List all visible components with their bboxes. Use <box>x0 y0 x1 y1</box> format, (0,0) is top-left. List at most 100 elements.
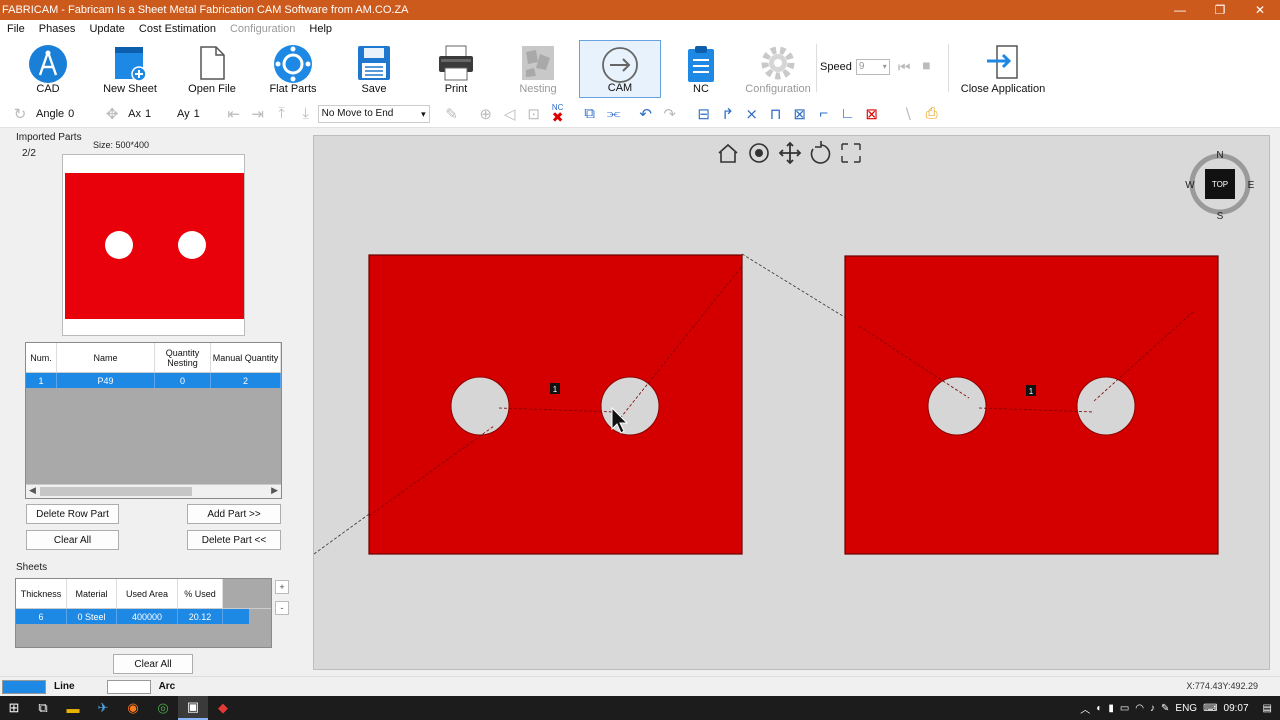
menu-phases[interactable]: Phases <box>32 23 83 35</box>
zoom-extents-icon[interactable] <box>841 143 861 163</box>
home-icon[interactable] <box>718 143 738 163</box>
stop-icon[interactable]: ⏹ <box>922 58 930 76</box>
new-sheet-button[interactable]: New Sheet <box>100 40 160 98</box>
scrollbar-thumb[interactable] <box>40 487 192 496</box>
angle-input[interactable]: 0 <box>68 108 88 120</box>
redo-icon[interactable]: ↷ <box>658 103 682 125</box>
firefox-icon[interactable]: ◉ <box>118 696 148 720</box>
configuration-button[interactable]: Configuration <box>742 40 814 98</box>
usb-icon[interactable]: ▮ <box>1108 703 1114 714</box>
nesting-button[interactable]: Nesting <box>512 40 564 98</box>
file-explorer-icon[interactable]: ▬ <box>58 696 88 720</box>
cam-canvas[interactable]: 1 1 TOP N S W E <box>313 135 1270 670</box>
delete-part-button[interactable]: Delete Part << <box>187 530 281 550</box>
export-icon[interactable]: ⎙ <box>920 103 944 125</box>
move-left-icon[interactable]: ⇤ <box>222 103 246 125</box>
menu-configuration[interactable]: Configuration <box>223 23 302 35</box>
reorder-icon[interactable]: ↱ <box>716 103 740 125</box>
flat-parts-button[interactable]: Flat Parts <box>264 40 322 98</box>
pan-icon[interactable] <box>778 141 802 165</box>
menu-update[interactable]: Update <box>82 23 131 35</box>
nc-delete-icon[interactable]: NC ✖ <box>546 103 570 125</box>
move-icon[interactable]: ✥ <box>100 103 124 125</box>
save-button[interactable]: Save <box>350 40 398 98</box>
print-button[interactable]: Print <box>432 40 480 98</box>
reset-rotation-icon[interactable] <box>810 141 831 164</box>
volume-icon[interactable]: ♪ <box>1150 703 1155 714</box>
network-icon[interactable]: ◐ <box>1096 703 1102 714</box>
add-part-button[interactable]: Add Part >> <box>187 504 281 524</box>
clear-all-parts-button[interactable]: Clear All <box>26 530 119 550</box>
scroll-right-icon[interactable]: ▶ <box>271 485 278 496</box>
orbit-icon[interactable] <box>749 143 769 163</box>
view-cube-top[interactable]: TOP <box>1212 180 1228 189</box>
lead-in-icon[interactable]: ◁ <box>498 103 522 125</box>
move-to-end-select[interactable]: No Move to End <box>317 104 430 123</box>
scroll-left-icon[interactable]: ◀ <box>29 485 36 496</box>
common-cut-icon[interactable]: ⊓ <box>764 103 788 125</box>
line-color-swatch[interactable] <box>2 679 46 694</box>
delete-all-icon[interactable]: ⊠ <box>860 103 884 125</box>
language-indicator[interactable]: ENG <box>1175 703 1197 714</box>
rotate-icon[interactable]: ↻ <box>8 103 32 125</box>
bridge-icon[interactable]: ⫘ <box>602 103 626 125</box>
recorder-icon[interactable]: ◆ <box>208 696 238 720</box>
clear-all-sheets-button[interactable]: Clear All <box>113 654 193 674</box>
view-cube-south[interactable]: S <box>1217 211 1224 222</box>
chevron-up-icon[interactable]: ︿ <box>1080 701 1090 716</box>
speed-select[interactable]: 9 <box>855 59 890 75</box>
app-icon[interactable]: ✈ <box>88 696 118 720</box>
undo-icon[interactable]: ↶ <box>634 103 658 125</box>
delete-row-part-button[interactable]: Delete Row Part <box>26 504 119 524</box>
minimize-button[interactable]: — <box>1160 0 1200 20</box>
battery-icon[interactable]: ▭ <box>1120 703 1129 714</box>
menu-help[interactable]: Help <box>302 23 339 35</box>
keyboard-icon[interactable]: ⌨ <box>1203 703 1217 714</box>
notifications-icon[interactable]: ▤ <box>1263 703 1272 714</box>
open-file-button[interactable]: Open File <box>182 40 242 98</box>
link-icon[interactable]: ⧉ <box>578 103 602 125</box>
add-circle-icon[interactable]: ⊕ <box>474 103 498 125</box>
cam-drawing[interactable]: 1 1 TOP N S W E <box>314 136 1271 671</box>
part-sheet-left[interactable]: 1 <box>368 254 743 555</box>
remove-path-icon[interactable]: ⨯ <box>740 103 764 125</box>
move-up-icon[interactable]: ⤒ <box>270 103 294 125</box>
slash-icon[interactable]: ∖ <box>896 103 920 125</box>
corner-icon[interactable]: ⌐ <box>812 103 836 125</box>
parts-table-scrollbar[interactable]: ◀ ▶ <box>26 484 281 498</box>
close-application-button[interactable]: Close Application <box>958 40 1048 98</box>
pencil-icon[interactable]: ✎ <box>440 103 464 125</box>
menu-file[interactable]: File <box>0 23 32 35</box>
nc-button[interactable]: NC <box>680 40 722 98</box>
cam-button[interactable]: CAM <box>579 40 661 98</box>
ay-input[interactable]: 1 <box>194 108 222 120</box>
view-cube-north[interactable]: N <box>1216 150 1223 161</box>
windows-start-icon[interactable]: ⊞ <box>0 696 28 720</box>
close-window-button[interactable]: ✕ <box>1240 0 1280 20</box>
ax-input[interactable]: 1 <box>145 108 173 120</box>
cell-manual-quantity[interactable]: 2 <box>211 373 281 388</box>
add-sheet-button[interactable]: + <box>275 580 289 594</box>
view-cube[interactable]: TOP N S W E <box>1185 150 1254 222</box>
table-row[interactable]: 6 0 Steel 400000 20.12 <box>16 609 249 624</box>
view-cube-west[interactable]: W <box>1185 180 1195 191</box>
view-cube-east[interactable]: E <box>1248 180 1255 191</box>
wifi-icon[interactable]: ◠ <box>1135 703 1144 714</box>
task-view-icon[interactable]: ⧉ <box>28 696 58 720</box>
part-sheet-right[interactable]: 1 <box>844 255 1219 555</box>
delete-cut-icon[interactable]: ⊠ <box>788 103 812 125</box>
step-back-icon[interactable]: ⏮ <box>898 59 911 76</box>
maximize-button[interactable]: ❐ <box>1200 0 1240 20</box>
chrome-icon[interactable]: ◎ <box>148 696 178 720</box>
fabricam-taskbar-icon[interactable]: ▣ <box>178 696 208 720</box>
move-down-icon[interactable]: ⤓ <box>294 103 318 125</box>
cad-button[interactable]: CAD <box>22 40 74 98</box>
pen-icon[interactable]: ✎ <box>1161 703 1169 714</box>
frame-icon[interactable]: ⊡ <box>522 103 546 125</box>
clock[interactable]: 09:07 <box>1224 703 1249 714</box>
menu-cost-estimation[interactable]: Cost Estimation <box>132 23 223 35</box>
remove-sheet-button[interactable]: - <box>275 601 289 615</box>
move-right-icon[interactable]: ⇥ <box>246 103 270 125</box>
angle-icon[interactable]: ∟ <box>836 103 860 125</box>
table-row[interactable]: 1 P49 0 2 <box>26 373 281 388</box>
